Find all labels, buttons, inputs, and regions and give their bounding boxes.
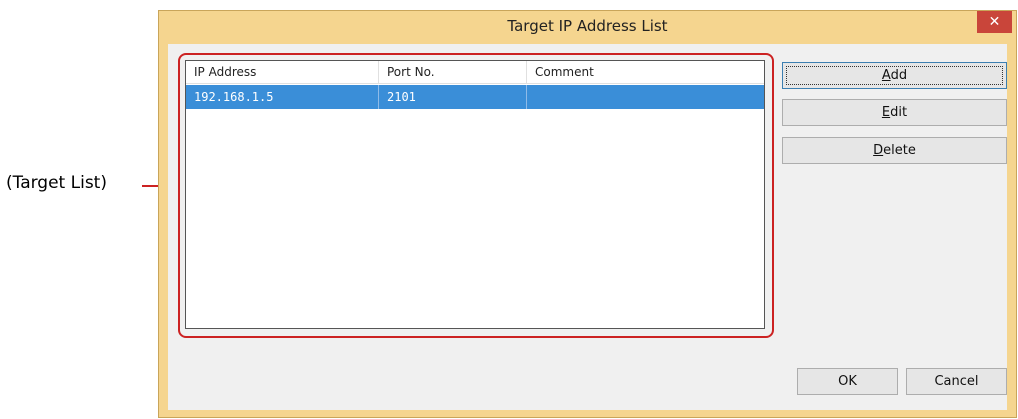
cell-comment xyxy=(527,85,764,109)
title-bar[interactable]: Target IP Address List ✕ xyxy=(159,11,1016,44)
edit-label: dit xyxy=(890,105,908,120)
list-header: IP Address Port No. Comment xyxy=(186,61,764,84)
cell-ip-address: 192.168.1.5 xyxy=(186,85,379,109)
focus-ring xyxy=(786,66,1003,85)
close-button[interactable]: ✕ xyxy=(977,11,1012,33)
edit-button[interactable]: Edit xyxy=(782,99,1007,126)
column-comment[interactable]: Comment xyxy=(527,61,764,83)
target-list[interactable]: IP Address Port No. Comment 192.168.1.5 … xyxy=(185,60,765,329)
close-icon: ✕ xyxy=(988,14,1001,30)
ok-button[interactable]: OK xyxy=(797,368,898,395)
list-row[interactable]: 192.168.1.5 2101 xyxy=(186,85,764,109)
target-ip-dialog: Target IP Address List ✕ IP Address Port… xyxy=(158,10,1017,418)
delete-button[interactable]: Delete xyxy=(782,137,1007,164)
column-ip-address[interactable]: IP Address xyxy=(186,61,379,83)
delete-mnemonic: D xyxy=(873,143,884,158)
dialog-client: IP Address Port No. Comment 192.168.1.5 … xyxy=(168,44,1007,410)
cancel-button[interactable]: Cancel xyxy=(906,368,1007,395)
add-button[interactable]: Add xyxy=(782,62,1007,89)
column-port-no[interactable]: Port No. xyxy=(379,61,527,83)
cell-port-no: 2101 xyxy=(379,85,527,109)
delete-label: elete xyxy=(883,143,916,158)
callout-label: (Target List) xyxy=(6,173,107,193)
edit-mnemonic: E xyxy=(881,105,891,120)
dialog-title: Target IP Address List xyxy=(507,17,668,35)
